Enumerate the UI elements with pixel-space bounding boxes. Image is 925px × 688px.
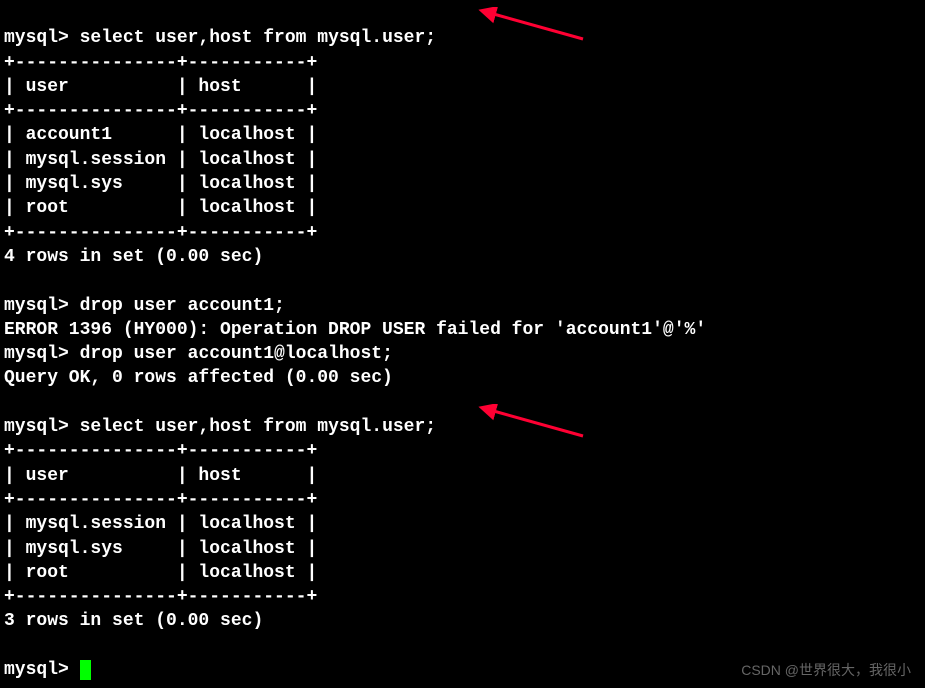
- sql-command: drop user account1;: [80, 296, 285, 316]
- terminal-cursor[interactable]: [80, 660, 91, 680]
- table-row: | mysql.session | localhost |: [4, 514, 317, 534]
- sql-command: select user,host from mysql.user;: [80, 417, 436, 437]
- sql-command: drop user account1@localhost;: [80, 344, 393, 364]
- table-border: +---------------+-----------+: [4, 587, 317, 607]
- result-summary: 4 rows in set (0.00 sec): [4, 247, 263, 267]
- prompt: mysql>: [4, 417, 69, 437]
- table-border: +---------------+-----------+: [4, 223, 317, 243]
- error-message: ERROR 1396 (HY000): Operation DROP USER …: [4, 320, 706, 340]
- table-row: | root | localhost |: [4, 198, 317, 218]
- table-row: | mysql.sys | localhost |: [4, 539, 317, 559]
- table-border: +---------------+-----------+: [4, 441, 317, 461]
- table-row: | root | localhost |: [4, 563, 317, 583]
- prompt: mysql>: [4, 344, 69, 364]
- table-row: | mysql.sys | localhost |: [4, 174, 317, 194]
- prompt: mysql>: [4, 296, 69, 316]
- ok-message: Query OK, 0 rows affected (0.00 sec): [4, 368, 393, 388]
- table-row: | mysql.session | localhost |: [4, 150, 317, 170]
- table-border: +---------------+-----------+: [4, 53, 317, 73]
- result-summary: 3 rows in set (0.00 sec): [4, 611, 263, 631]
- table-header: | user | host |: [4, 466, 317, 486]
- terminal-output: mysql> select user,host from mysql.user;…: [4, 2, 921, 682]
- prompt: mysql>: [4, 660, 69, 680]
- table-header: | user | host |: [4, 77, 317, 97]
- table-border: +---------------+-----------+: [4, 490, 317, 510]
- table-border: +---------------+-----------+: [4, 101, 317, 121]
- table-row: | account1 | localhost |: [4, 125, 317, 145]
- prompt: mysql>: [4, 28, 69, 48]
- sql-command: select user,host from mysql.user;: [80, 28, 436, 48]
- watermark-text: CSDN @世界很大，我很小: [741, 661, 911, 680]
